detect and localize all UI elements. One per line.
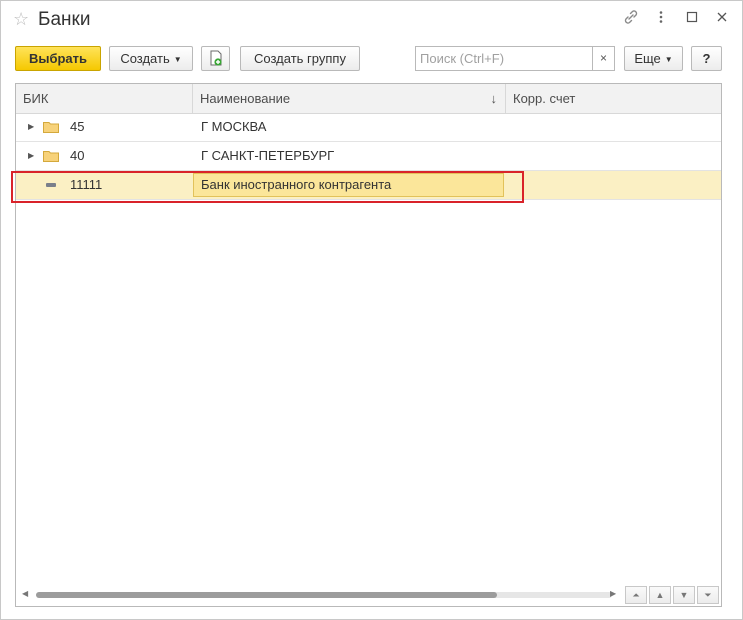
chevron-down-icon: ▼ [173, 55, 182, 65]
folder-icon [43, 122, 59, 133]
cell-name: Г САНКТ-ПЕТЕРБУРГ [201, 148, 335, 163]
table-header: БИК Наименование ↓ Корр. счет [16, 84, 721, 114]
more-button[interactable]: Еще ▼ [624, 46, 683, 71]
close-icon[interactable] [712, 9, 732, 29]
search-input[interactable] [416, 47, 594, 70]
expand-arrow-icon[interactable]: ▶ [28, 142, 34, 170]
select-button[interactable]: Выбрать [15, 46, 101, 71]
table-row[interactable]: ▶ 45 Г МОСКВА [16, 113, 721, 142]
page-down-icon: ▼ [679, 590, 689, 600]
scroll-right-icon[interactable]: ▶ [610, 589, 616, 598]
create-group-button[interactable]: Создать группу [240, 46, 360, 71]
select-button-label: Выбрать [28, 51, 88, 66]
column-header-name[interactable]: Наименование ↓ [193, 84, 506, 113]
copy-button[interactable] [201, 46, 230, 71]
scroll-to-top-button[interactable]: ⏶ [625, 586, 647, 604]
scroll-left-icon[interactable]: ◀ [22, 589, 28, 598]
scroll-thumb[interactable] [36, 592, 497, 598]
annotation-highlight-box [11, 171, 524, 203]
folder-icon [43, 151, 59, 162]
cell-name: Г МОСКВА [201, 119, 267, 134]
clear-search-button[interactable]: × [592, 47, 614, 70]
first-page-icon: ⏶ [632, 590, 640, 600]
column-header-label: Корр. счет [513, 91, 576, 106]
document-add-icon [208, 50, 224, 74]
horizontal-scrollbar[interactable]: ◀ ▶ [16, 584, 622, 606]
cell-bik: 40 [70, 148, 85, 163]
scroll-to-bottom-button[interactable]: ⏷ [697, 586, 719, 604]
scroll-up-button[interactable]: ▲ [649, 586, 671, 604]
maximize-icon[interactable] [682, 9, 702, 29]
help-button[interactable]: ? [691, 46, 722, 71]
title-bar: ☆ Банки [1, 1, 742, 39]
column-header-bik[interactable]: БИК [16, 84, 193, 113]
help-button-label: ? [702, 51, 711, 66]
create-button[interactable]: Создать ▼ [109, 46, 193, 71]
banks-table: БИК Наименование ↓ Корр. счет ▶ 45 Г МОС… [15, 83, 722, 607]
more-icon[interactable] [651, 9, 671, 29]
expand-arrow-icon[interactable]: ▶ [28, 113, 34, 141]
scroll-down-button[interactable]: ▼ [673, 586, 695, 604]
last-page-icon: ⏷ [704, 590, 712, 600]
window-title: Банки [38, 9, 91, 30]
create-group-label: Создать группу [254, 51, 346, 66]
link-icon[interactable] [621, 9, 641, 29]
column-header-corr[interactable]: Корр. счет [506, 84, 721, 113]
scroll-track[interactable] [36, 592, 612, 598]
banks-window: ☆ Банки Выбрать Создать ▼ Создать группу … [0, 0, 743, 620]
chevron-down-icon: ▼ [664, 55, 673, 65]
column-header-label: Наименование [200, 91, 291, 106]
cell-bik: 45 [70, 119, 85, 134]
more-button-label: Еще [634, 51, 661, 66]
create-button-label: Создать [120, 51, 170, 66]
search-box: × [415, 46, 615, 71]
column-header-label: БИК [23, 91, 49, 106]
page-up-icon: ▲ [655, 590, 665, 600]
table-row[interactable]: ▶ 40 Г САНКТ-ПЕТЕРБУРГ [16, 142, 721, 171]
sort-arrow-icon: ↓ [490, 91, 498, 106]
star-icon[interactable]: ☆ [13, 10, 29, 28]
